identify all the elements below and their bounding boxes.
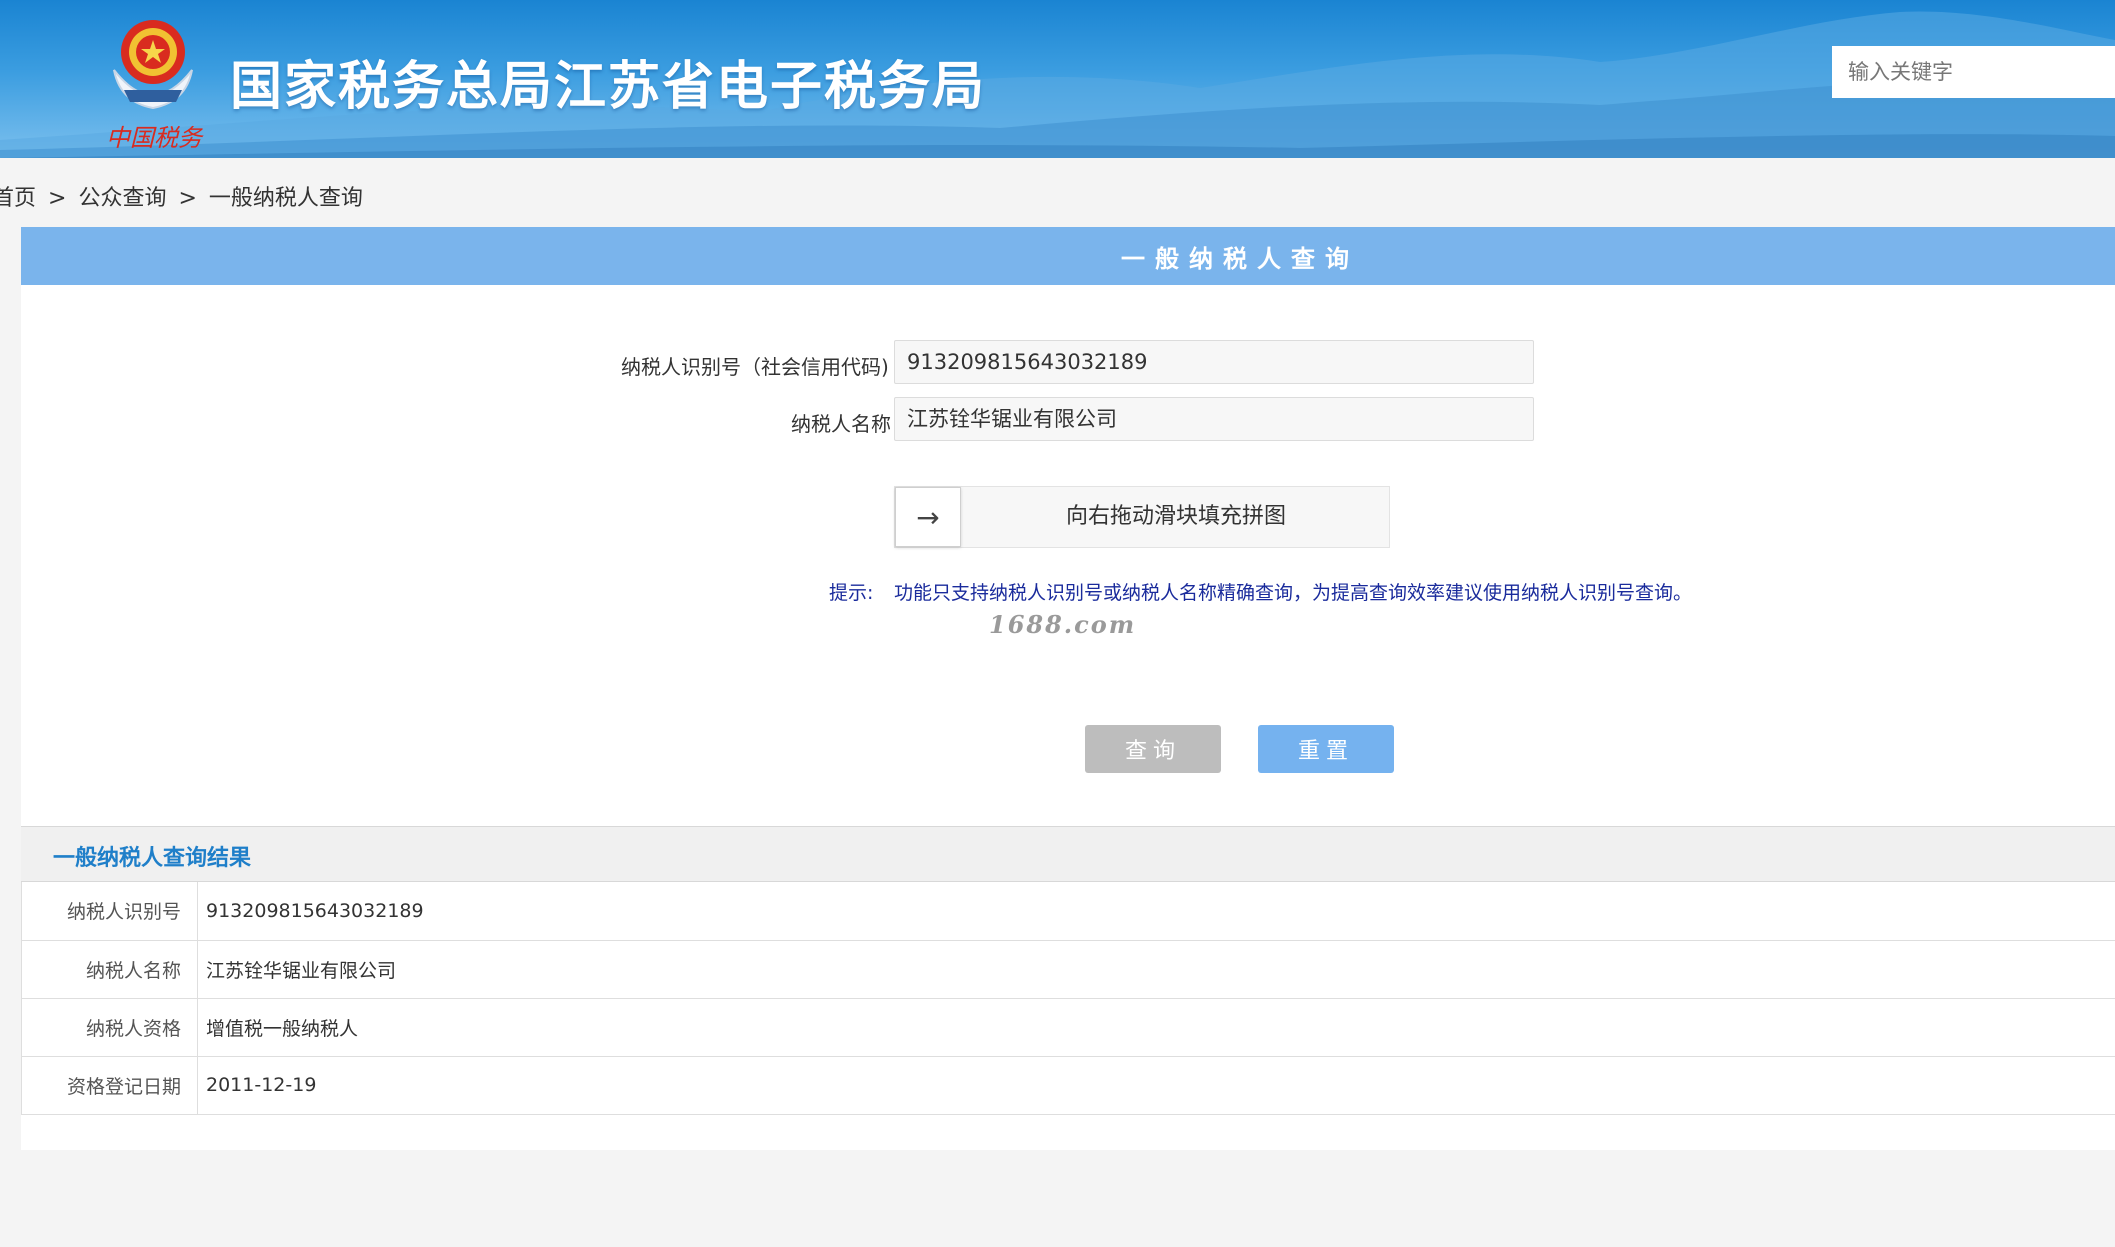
result-table: 纳税人识别号 913209815643032189 纳税人名称 江苏铨华锯业有限… [21,882,2115,1115]
result-key: 纳税人名称 [21,940,198,999]
breadcrumb-separator: > [48,186,67,211]
result-key: 资格登记日期 [21,1056,198,1115]
result-section-header: 一般纳税人查询结果 [21,826,2115,882]
tax-emblem-logo: 中国税务 [96,10,210,152]
table-row: 纳税人名称 江苏铨华锯业有限公司 [21,940,2115,999]
watermark-text: 1688.com [989,610,1137,639]
arrow-right-icon: → [916,500,940,534]
slider-instruction: 向右拖动滑块填充拼图 [1065,504,1286,529]
breadcrumb: 首页 > 公众查询 > 一般纳税人查询 [0,180,363,212]
breadcrumb-separator: > [178,186,197,211]
result-value: 913209815643032189 [197,882,2115,941]
taxpayer-name-field[interactable]: 江苏铨华锯业有限公司 [894,397,1534,441]
page-title: 一般纳税人查询 [1121,245,1359,273]
table-row: 资格登记日期 2011-12-19 [21,1056,2115,1115]
result-value: 2011-12-19 [197,1056,2115,1115]
hint-label: 提示: [829,582,874,604]
reset-button[interactable]: 重置 [1258,725,1394,773]
table-row: 纳税人识别号 913209815643032189 [21,882,2115,941]
taxpayer-id-field[interactable]: 913209815643032189 [894,340,1534,384]
panel-header: 一般纳税人查询 [21,227,2115,285]
result-value: 增值税一般纳税人 [197,998,2115,1057]
site-title: 国家税务总局江苏省电子税务局 [230,57,987,117]
result-title: 一般纳税人查询结果 [53,846,252,871]
captcha-slider[interactable]: → 向右拖动滑块填充拼图 [894,486,1390,548]
result-key: 纳税人资格 [21,998,198,1057]
query-button[interactable]: 查询 [1085,725,1221,773]
breadcrumb-public-query-link[interactable]: 公众查询 [78,180,166,212]
emblem-caption: 中国税务 [106,124,202,152]
slider-handle[interactable]: → [895,487,961,547]
hint-text: 功能只支持纳税人识别号或纳税人名称精确查询，为提高查询效率建议使用纳税人识别号查… [894,582,1693,604]
taxpayer-name-label: 纳税人名称 [791,412,891,436]
keyword-search-input[interactable] [1832,46,2115,98]
site-header-banner: 中国税务 国家税务总局江苏省电子税务局 [0,0,2115,158]
table-row: 纳税人资格 增值税一般纳税人 [21,998,2115,1057]
breadcrumb-current-page: 一般纳税人查询 [208,186,363,211]
query-panel: 一般纳税人查询 纳税人识别号（社会信用代码) 91320981564303218… [21,227,2115,1150]
breadcrumb-home-link[interactable]: 首页 [0,180,36,212]
taxpayer-id-label: 纳税人识别号（社会信用代码) [621,355,889,379]
result-key: 纳税人识别号 [21,882,198,941]
result-value: 江苏铨华锯业有限公司 [197,940,2115,999]
